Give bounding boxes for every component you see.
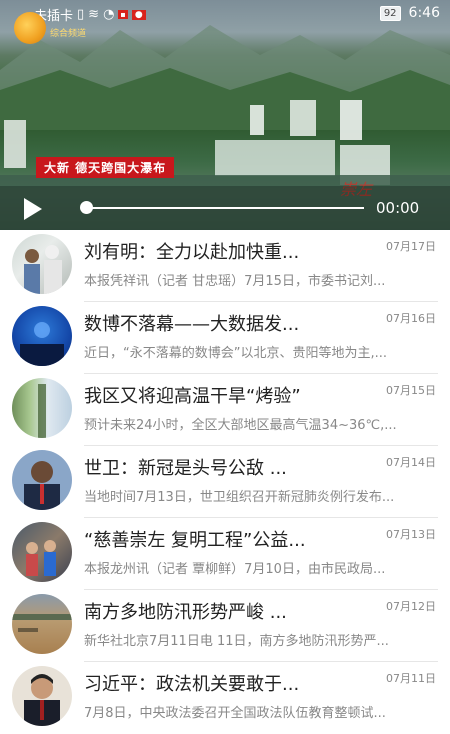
news-title: 我区又将迎高温干旱“烤验” xyxy=(84,386,301,407)
news-title: 刘有明：全力以赴加快重... xyxy=(84,242,300,263)
news-thumbnail xyxy=(12,450,72,510)
news-item[interactable]: 南方多地防汛形势严峻 ... 07月12日 新华社北京7月11日电 11日，南方… xyxy=(0,590,450,662)
news-date: 07月13日 xyxy=(386,528,436,541)
news-summary: 新华社北京7月11日电 11日，南方多地防汛形势严... xyxy=(84,634,389,649)
notification-icon: ◔ xyxy=(103,7,115,22)
clock: 6:46 xyxy=(408,5,440,21)
video-caption: 大新 德天跨国大瀑布 xyxy=(36,157,175,178)
progress-track[interactable] xyxy=(86,207,364,209)
video-player[interactable]: 未插卡 ▯ ≋ ◔ ▪ ● 92 6:46 综合频道 大新 德天跨国大瀑布 崇左… xyxy=(0,0,450,230)
news-item[interactable]: 刘有明：全力以赴加快重... 07月17日 本报凭祥讯（记者 甘忠瑶）7月15日… xyxy=(0,230,450,302)
news-date: 07月14日 xyxy=(386,456,436,469)
news-summary: 本报凭祥讯（记者 甘忠瑶）7月15日，市委书记刘... xyxy=(84,274,386,289)
mic-icon: ● xyxy=(131,9,146,20)
video-duration: 00:00 xyxy=(376,199,420,217)
play-icon[interactable] xyxy=(24,198,42,220)
status-bar: 未插卡 ▯ ≋ ◔ ▪ ● 92 6:46 xyxy=(0,0,450,28)
wifi-icon: ≋ xyxy=(88,7,100,22)
news-title: 南方多地防汛形势严峻 ... xyxy=(84,602,287,623)
video-controls: 00:00 xyxy=(0,186,450,230)
battery-level: 92 xyxy=(379,5,401,21)
news-title: “慈善崇左 复明工程”公益... xyxy=(84,530,306,551)
sim-icon: ▯ xyxy=(77,7,85,22)
news-summary: 当地时间7月13日，世卫组织召开新冠肺炎例行发布... xyxy=(84,490,395,505)
news-thumbnail xyxy=(12,378,72,438)
news-thumbnail xyxy=(12,594,72,654)
news-item[interactable]: 世卫：新冠是头号公敌 ... 07月14日 当地时间7月13日，世卫组织召开新冠… xyxy=(0,446,450,518)
news-thumbnail xyxy=(12,234,72,294)
news-thumbnail xyxy=(12,522,72,582)
app-badge-icon: ▪ xyxy=(118,10,128,19)
news-title: 习近平：政法机关要敢于... xyxy=(84,674,300,695)
news-item[interactable]: “慈善崇左 复明工程”公益... 07月13日 本报龙州讯（记者 覃柳鲜）7月1… xyxy=(0,518,450,590)
progress-knob[interactable] xyxy=(80,201,93,214)
news-item[interactable]: 习近平：政法机关要敢于... 07月11日 7月8日，中央政法委召开全国政法队伍… xyxy=(0,662,450,734)
news-item[interactable]: 数博不落幕——大数据发... 07月16日 近日，“永不落幕的数博会”以北京、贵… xyxy=(0,302,450,374)
news-title: 世卫：新冠是头号公敌 ... xyxy=(84,458,287,479)
news-summary: 7月8日，中央政法委召开全国政法队伍教育整顿试... xyxy=(84,706,386,721)
news-date: 07月11日 xyxy=(386,672,436,685)
news-thumbnail xyxy=(12,666,72,726)
news-date: 07月15日 xyxy=(386,384,436,397)
channel-logo xyxy=(14,12,46,44)
news-item[interactable]: 我区又将迎高温干旱“烤验” 07月15日 预计未来24小时，全区大部地区最高气温… xyxy=(0,374,450,446)
news-date: 07月17日 xyxy=(386,240,436,253)
news-date: 07月16日 xyxy=(386,312,436,325)
channel-logo-text: 综合频道 xyxy=(50,29,87,39)
news-summary: 本报龙州讯（记者 覃柳鲜）7月10日，由市民政局... xyxy=(84,562,386,577)
news-summary: 预计未来24小时，全区大部地区最高气温34~36℃,... xyxy=(84,418,397,433)
news-thumbnail xyxy=(12,306,72,366)
news-summary: 近日，“永不落幕的数博会”以北京、贵阳等地为主,... xyxy=(84,346,387,361)
news-date: 07月12日 xyxy=(386,600,436,613)
news-title: 数博不落幕——大数据发... xyxy=(84,314,300,335)
